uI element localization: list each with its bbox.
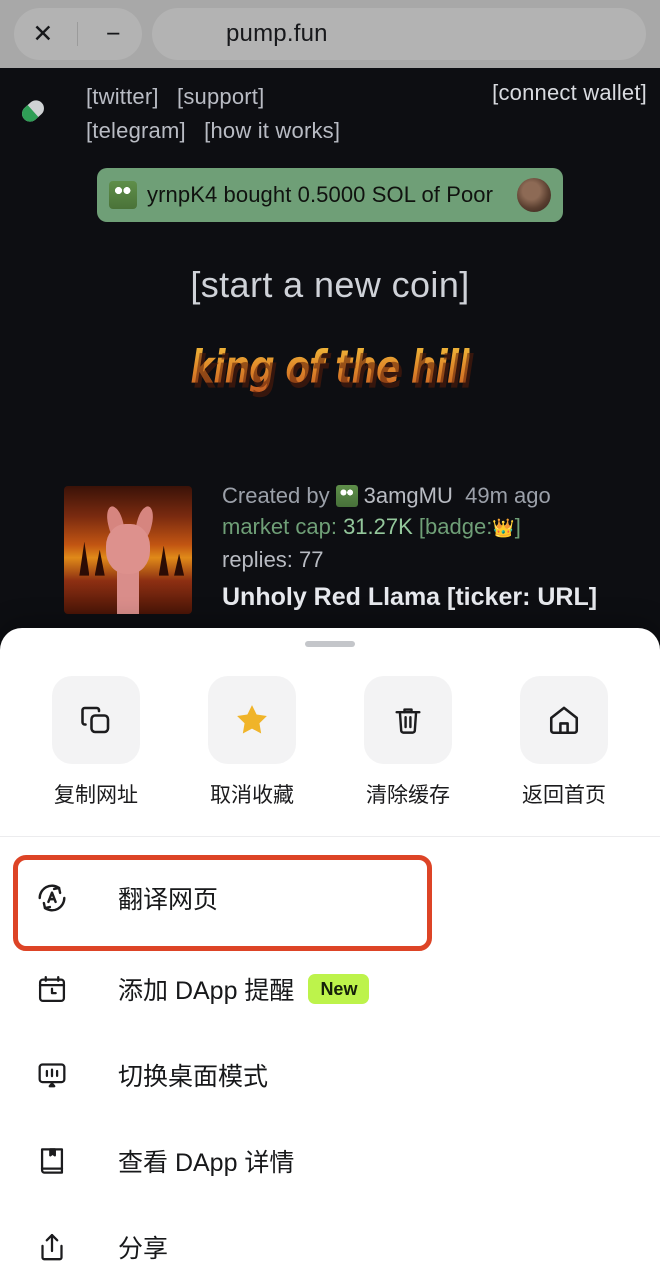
- new-badge: New: [308, 974, 369, 1004]
- king-of-the-hill-heading: king of the hill: [0, 346, 660, 389]
- coin-avatar-icon: [517, 178, 551, 212]
- calendar-clock-icon: [32, 969, 72, 1009]
- menu-item-label: 翻译网页: [118, 880, 218, 916]
- minimize-icon[interactable]: −: [90, 22, 136, 47]
- pill-capsule-logo-icon[interactable]: [12, 90, 54, 132]
- quick-action-label: 取消收藏: [210, 779, 294, 809]
- sheet-divider: [0, 836, 660, 837]
- menu-item-desktop-mode[interactable]: 切换桌面模式: [0, 1032, 660, 1118]
- menu-item-view-dapp-details[interactable]: 查看 DApp 详情: [0, 1118, 660, 1204]
- coin-market-cap-line: market cap: 31.27K [badge:👑]: [222, 511, 652, 544]
- menu-item-label: 切换桌面模式: [118, 1057, 268, 1093]
- king-of-the-hill-text: king of the hill: [190, 341, 469, 393]
- quick-actions-row: 复制网址 取消收藏: [0, 676, 660, 809]
- nav-link-support[interactable]: [support]: [177, 84, 264, 109]
- screen: ✕ − pump.fun [twitter] [support]: [0, 0, 660, 1270]
- nav-link-how-it-works[interactable]: [how it works]: [204, 118, 340, 143]
- window-controls: ✕ −: [14, 8, 142, 60]
- nav-link-twitter[interactable]: [twitter]: [86, 84, 159, 109]
- control-divider: [77, 22, 78, 46]
- coin-title[interactable]: Unholy Red Llama [ticker: URL]: [222, 583, 652, 612]
- created-by-label: Created by: [222, 483, 330, 508]
- star-icon: [208, 676, 296, 764]
- home-icon: [520, 676, 608, 764]
- coin-age: 49m ago: [465, 483, 551, 508]
- trade-notification-banner[interactable]: yrnpK4 bought 0.5000 SOL of Poor: [97, 168, 563, 222]
- market-cap-label: market cap:: [222, 514, 337, 539]
- trash-icon: [364, 676, 452, 764]
- quick-action-label: 清除缓存: [366, 779, 450, 809]
- sheet-menu-list: 翻译网页 添加 DApp 提醒 New: [0, 850, 660, 1270]
- copy-icon: [52, 676, 140, 764]
- site-header: [twitter] [support] [telegram] [how it w…: [0, 68, 660, 146]
- quick-action-label: 返回首页: [522, 779, 606, 809]
- trade-banner-text: yrnpK4 bought 0.5000 SOL of Poor: [147, 182, 507, 208]
- url-bar[interactable]: pump.fun: [152, 8, 646, 60]
- market-cap-value: 31.27K: [343, 514, 413, 539]
- book-icon: [32, 1141, 72, 1181]
- monitor-icon: [32, 1055, 72, 1095]
- menu-item-label: 添加 DApp 提醒: [118, 971, 294, 1007]
- nav-link-telegram[interactable]: [telegram]: [86, 118, 186, 143]
- browser-chrome-bar: ✕ − pump.fun: [0, 0, 660, 68]
- share-icon: [32, 1227, 72, 1267]
- close-icon[interactable]: ✕: [20, 22, 66, 47]
- quick-action-copy-url[interactable]: 复制网址: [48, 676, 144, 809]
- start-new-coin-link[interactable]: [start a new coin]: [0, 264, 660, 306]
- creator-avatar-icon: [336, 485, 358, 507]
- bottom-sheet: 复制网址 取消收藏: [0, 628, 660, 1270]
- menu-item-share[interactable]: 分享: [0, 1204, 660, 1270]
- quick-action-clear-cache[interactable]: 清除缓存: [360, 676, 456, 809]
- quick-action-label: 复制网址: [54, 779, 138, 809]
- badge-suffix: ]: [515, 514, 521, 539]
- crown-icon: 👑: [492, 518, 514, 538]
- coin-creator[interactable]: 3amgMU: [364, 483, 453, 508]
- coin-replies: replies: 77: [222, 544, 652, 575]
- menu-item-label: 分享: [118, 1229, 168, 1265]
- translate-icon: [32, 878, 72, 918]
- coin-meta: Created by 3amgMU 49m ago market cap: 31.…: [222, 480, 652, 612]
- king-of-hill-coin-card[interactable]: Created by 3amgMU 49m ago market cap: 31.…: [0, 480, 660, 630]
- pepe-avatar-icon: [109, 181, 137, 209]
- quick-action-home[interactable]: 返回首页: [516, 676, 612, 809]
- site-nav: [twitter] [support] [telegram] [how it w…: [86, 80, 352, 148]
- menu-item-add-dapp-reminder[interactable]: 添加 DApp 提醒 New: [0, 946, 660, 1032]
- coin-creator-line: Created by 3amgMU 49m ago: [222, 480, 652, 511]
- badge-prefix: [badge:: [419, 514, 492, 539]
- menu-item-label: 查看 DApp 详情: [118, 1143, 294, 1179]
- drag-handle[interactable]: [305, 641, 355, 647]
- menu-item-translate-page[interactable]: 翻译网页: [0, 850, 660, 946]
- quick-action-unfavorite[interactable]: 取消收藏: [204, 676, 300, 809]
- red-llama-thumbnail-icon: [64, 486, 192, 614]
- connect-wallet-button[interactable]: [connect wallet]: [492, 80, 647, 106]
